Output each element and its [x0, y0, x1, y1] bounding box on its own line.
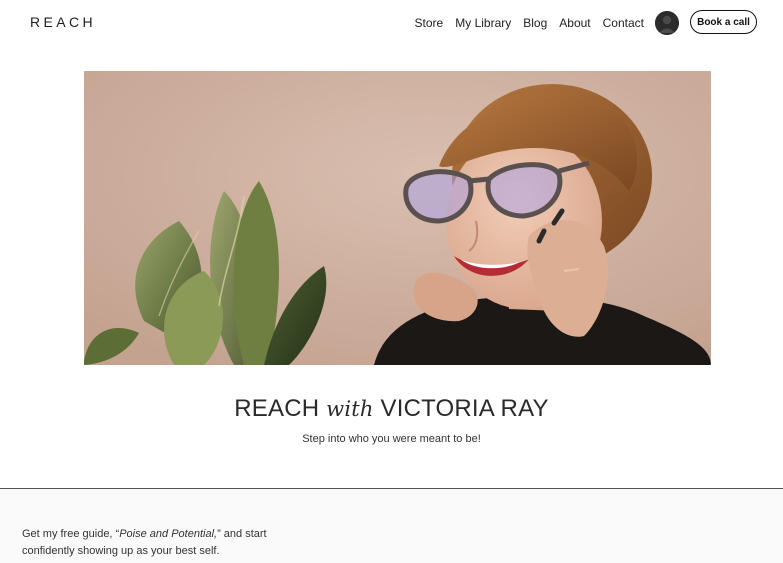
hero-image [84, 71, 711, 365]
title-reach: REACH [234, 395, 327, 422]
main-nav: Store My Library Blog About Contact [415, 16, 644, 30]
user-avatar[interactable] [655, 11, 679, 35]
guide-title: Poise and Potential, [119, 528, 218, 540]
free-guide-section: Get my free guide, “Poise and Potential,… [0, 489, 783, 563]
free-guide-text: Get my free guide, “Poise and Potential,… [22, 526, 272, 560]
nav-link-store[interactable]: Store [415, 16, 444, 30]
nav-link-blog[interactable]: Blog [523, 16, 547, 30]
title-victoria-ray: VICTORIA RAY [373, 395, 549, 422]
book-a-call-button[interactable]: Book a call [690, 10, 757, 34]
page-subtitle: Step into who you were meant to be! [302, 433, 481, 445]
site-logo[interactable]: REACH [30, 14, 96, 30]
site-header: REACH Store My Library Blog About Contac… [0, 0, 783, 46]
title-with: with [326, 397, 374, 421]
hero-portrait-illustration [84, 71, 711, 365]
avatar-person-icon [655, 11, 679, 35]
nav-link-contact[interactable]: Contact [603, 16, 644, 30]
guide-text-start: Get my free guide, “ [22, 528, 120, 540]
nav-link-about[interactable]: About [559, 16, 590, 30]
page-title: REACH with VICTORIA RAY [0, 395, 783, 423]
nav-link-my-library[interactable]: My Library [455, 16, 511, 30]
